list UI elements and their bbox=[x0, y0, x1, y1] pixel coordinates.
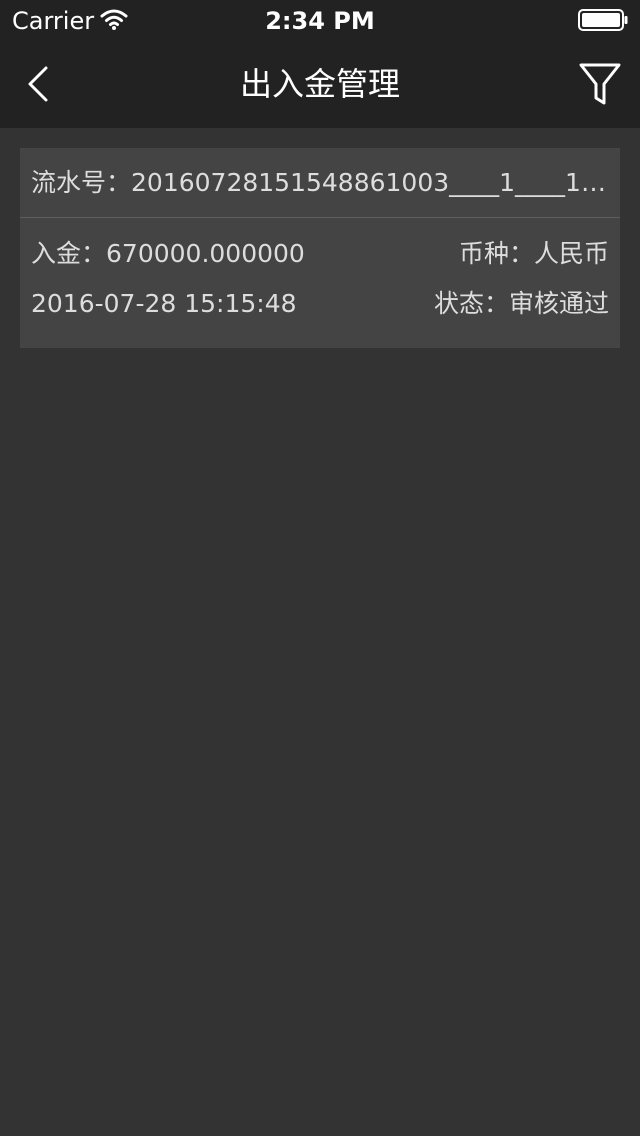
status-bar: Carrier 2:34 PM bbox=[0, 0, 640, 40]
currency-value: 人民币 bbox=[533, 239, 609, 268]
navigation-bar: 出入金管理 bbox=[0, 40, 640, 128]
amount-value: 670000.000000 bbox=[106, 239, 305, 268]
deposit-amount: 入金：670000.000000 bbox=[31, 234, 305, 274]
serial-label: 流水号： bbox=[31, 168, 132, 197]
filter-button[interactable] bbox=[574, 60, 626, 110]
status-time: 2:34 PM bbox=[265, 7, 375, 35]
serial-value: 20160728151548861003____1____180... bbox=[131, 168, 611, 197]
status: 状态：审核通过 bbox=[434, 284, 609, 324]
app-header: Carrier 2:34 PM 出入金管理 bbox=[0, 0, 640, 128]
page-title: 出入金管理 bbox=[239, 65, 400, 103]
amount-label: 入金： bbox=[31, 239, 107, 268]
currency: 币种：人民币 bbox=[459, 234, 609, 274]
status-label: 状态： bbox=[433, 289, 509, 318]
filter-icon bbox=[579, 63, 621, 105]
transaction-datetime: 2016-07-28 15:15:48 bbox=[31, 289, 297, 318]
back-button[interactable] bbox=[16, 60, 64, 108]
status-value: 审核通过 bbox=[508, 289, 609, 318]
currency-label: 币种： bbox=[458, 239, 534, 268]
transaction-card[interactable]: 流水号：20160728151548861003____1____180... … bbox=[20, 148, 620, 348]
serial-number: 流水号：20160728151548861003____1____180... bbox=[31, 162, 611, 204]
card-header: 流水号：20160728151548861003____1____180... bbox=[20, 148, 620, 218]
battery-icon bbox=[578, 9, 628, 31]
chevron-left-icon bbox=[28, 66, 48, 102]
